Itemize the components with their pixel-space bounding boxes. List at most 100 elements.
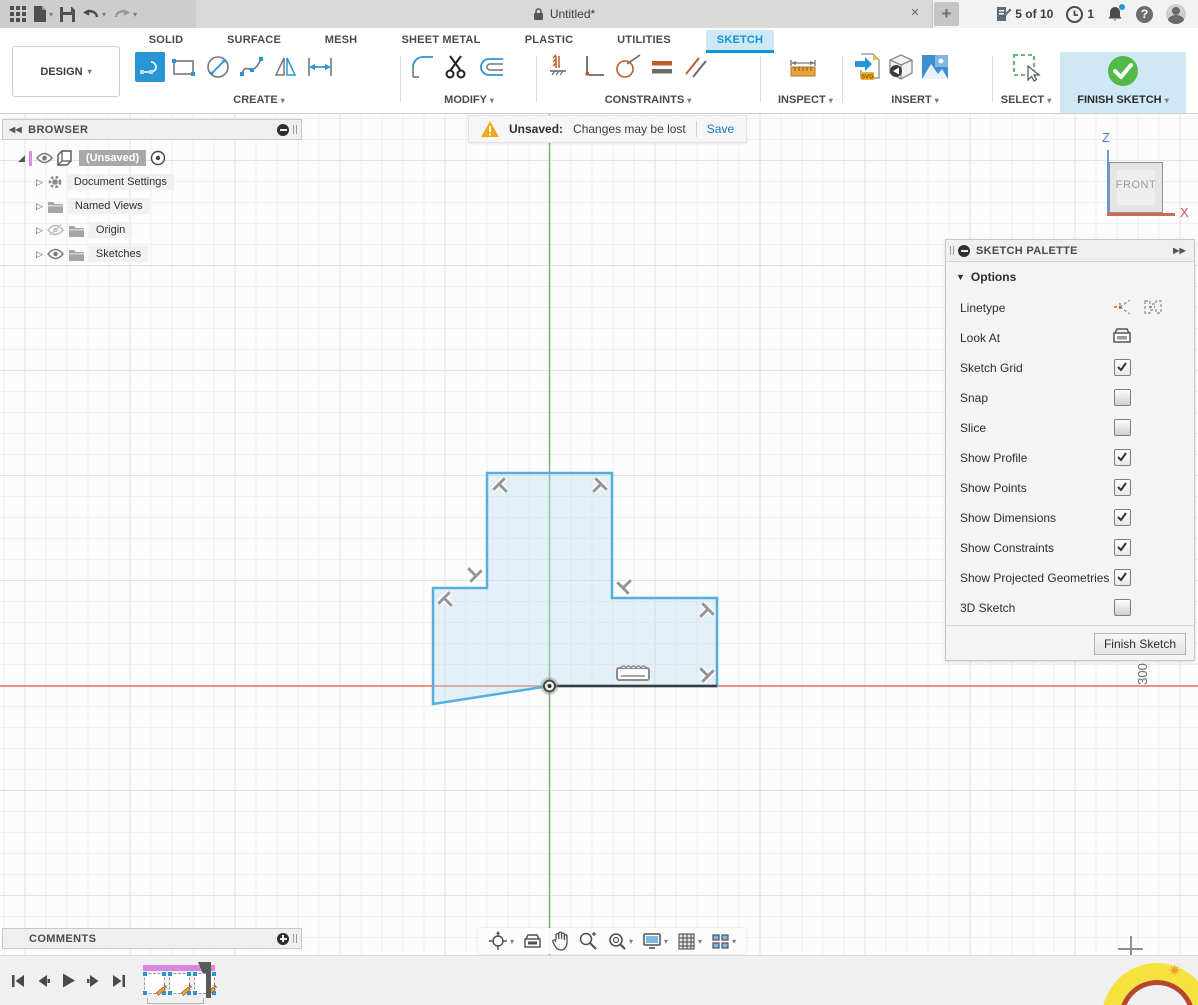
file-menu-caret-icon[interactable]: ▾ — [49, 10, 53, 19]
show-profile-checkbox[interactable] — [1114, 449, 1131, 466]
item-label[interactable]: Named Views — [68, 198, 150, 214]
dimension-label[interactable]: 300 — [1135, 663, 1150, 685]
insert-canvas-button[interactable] — [920, 52, 950, 82]
viewports-button[interactable]: ▾ — [711, 933, 736, 950]
modeling-canvas[interactable]: 300 Unsaved: Changes may be lost Save ◀◀… — [0, 114, 1198, 955]
tangent-constraint-button[interactable] — [613, 52, 643, 82]
sketch-profile[interactable] — [433, 473, 717, 704]
orbit-caret-icon[interactable]: ▾ — [510, 937, 514, 946]
item-label[interactable]: Sketches — [89, 246, 148, 262]
display-caret-icon[interactable]: ▾ — [664, 937, 668, 946]
notification-bell-button[interactable] — [1107, 6, 1123, 22]
fit-button[interactable]: ▾ — [607, 931, 633, 951]
insert-group-label[interactable]: INSERT ▾ — [852, 94, 978, 106]
user-avatar[interactable] — [1166, 4, 1186, 24]
tab-utilities[interactable]: UTILITIES — [602, 30, 686, 51]
sketch-grid-checkbox[interactable] — [1114, 359, 1131, 376]
app-grid-icon[interactable] — [10, 6, 26, 22]
finish-sketch-label[interactable]: FINISH SKETCH ▾ — [1060, 94, 1186, 106]
grid-settings-button[interactable]: ▾ — [677, 932, 702, 951]
mirror-tool-button[interactable] — [271, 52, 301, 82]
options-section-header[interactable]: ▼ Options — [956, 270, 1016, 284]
orbit-button[interactable]: ▾ — [488, 931, 514, 951]
perpendicular-constraint-icon[interactable] — [617, 575, 637, 595]
show-points-checkbox[interactable] — [1114, 479, 1131, 496]
finish-sketch-panel[interactable]: FINISH SKETCH ▾ — [1060, 52, 1186, 113]
browser-collapse-icon[interactable]: ◀◀ — [9, 125, 22, 134]
zoom-button[interactable] — [578, 931, 598, 951]
browser-header[interactable]: ◀◀ BROWSER — [2, 119, 302, 140]
sketch-dimension-tool-button[interactable] — [305, 52, 335, 82]
viewcube-front-face[interactable]: FRONT — [1109, 162, 1163, 213]
visibility-eye-icon[interactable] — [47, 248, 64, 261]
item-label[interactable]: Origin — [89, 222, 132, 238]
inspect-group-label[interactable]: INSPECT ▾ — [778, 94, 828, 106]
tab-sheet-metal[interactable]: SHEET METAL — [385, 30, 497, 51]
add-comment-icon[interactable] — [277, 933, 289, 945]
palette-drag-handle[interactable] — [950, 246, 954, 255]
display-settings-button[interactable]: ▾ — [642, 932, 668, 950]
save-link[interactable]: Save — [707, 122, 734, 136]
timeline-sketch-feature-3[interactable] — [194, 973, 215, 994]
look-at-icon[interactable] — [1112, 327, 1132, 345]
create-group-label[interactable]: CREATE ▾ — [135, 94, 383, 106]
measure-tool-button[interactable] — [788, 52, 818, 82]
construction-linetype-icon[interactable] — [1111, 297, 1133, 317]
timeline-playhead[interactable] — [206, 962, 211, 998]
close-tab-button[interactable]: × — [906, 4, 924, 22]
redo-button[interactable]: ▾ — [113, 7, 137, 21]
show-dimensions-checkbox[interactable] — [1114, 509, 1131, 526]
slice-checkbox[interactable] — [1114, 419, 1131, 436]
browser-item-origin[interactable]: ▷ Origin — [36, 220, 132, 240]
tab-surface[interactable]: SURFACE — [212, 30, 296, 51]
skip-to-end-button[interactable] — [111, 973, 127, 989]
document-tab[interactable]: Untitled* × — [196, 0, 933, 28]
expander-icon[interactable]: ▷ — [36, 201, 43, 212]
3d-sketch-checkbox[interactable] — [1114, 599, 1131, 616]
tab-plastic[interactable]: PLASTIC — [517, 30, 581, 51]
expander-icon[interactable]: ▷ — [36, 225, 43, 236]
select-group-label[interactable]: SELECT ▾ — [998, 94, 1054, 106]
play-button[interactable] — [60, 972, 77, 989]
circle-tool-button[interactable] — [203, 52, 233, 82]
show-projected-geometries-checkbox[interactable] — [1114, 569, 1131, 586]
browser-root-row[interactable]: ◢ (Unsaved) — [18, 148, 166, 168]
expander-icon[interactable]: ▷ — [36, 177, 43, 188]
tab-sketch[interactable]: SKETCH — [706, 30, 774, 53]
viewports-caret-icon[interactable]: ▾ — [732, 937, 736, 946]
spline-tool-button[interactable] — [237, 52, 267, 82]
select-tool-button[interactable] — [1011, 52, 1041, 82]
save-button[interactable] — [60, 7, 75, 22]
insert-mesh-button[interactable] — [886, 52, 916, 82]
step-forward-button[interactable] — [86, 973, 102, 989]
visibility-eye-icon[interactable] — [36, 152, 53, 164]
notifications-clock[interactable]: 1 — [1066, 6, 1094, 23]
viewcube[interactable]: Z FRONT X — [1090, 126, 1196, 226]
equal-constraint-button[interactable] — [647, 52, 677, 82]
undo-button[interactable]: ▾ — [82, 7, 106, 21]
modify-group-label[interactable]: MODIFY ▾ — [408, 94, 530, 106]
origin-point[interactable] — [541, 677, 559, 695]
browser-item-sketches[interactable]: ▷ Sketches — [36, 244, 148, 264]
file-menu-button[interactable]: ▾ — [33, 6, 53, 22]
visibility-eye-off-icon[interactable] — [47, 224, 64, 237]
offset-tool-button[interactable] — [476, 52, 506, 82]
horizontal-vertical-constraint-button[interactable] — [579, 52, 609, 82]
design-workspace-dropdown[interactable]: DESIGN ▾ — [12, 46, 120, 97]
browser-minimize-icon[interactable] — [277, 124, 289, 136]
fit-caret-icon[interactable]: ▾ — [629, 937, 633, 946]
palette-expand-icon[interactable]: ▶▶ — [1173, 246, 1186, 255]
timeline-sketch-feature-2[interactable] — [169, 973, 190, 994]
new-tab-button[interactable]: + — [934, 2, 959, 26]
expander-icon[interactable]: ▷ — [36, 249, 43, 260]
comments-resize-handle[interactable] — [293, 934, 297, 943]
root-expander-icon[interactable]: ◢ — [18, 153, 25, 164]
parallel-constraint-button[interactable] — [681, 52, 711, 82]
fillet-tool-button[interactable] — [408, 52, 438, 82]
browser-resize-handle[interactable] — [293, 125, 297, 134]
viewcube-face-label[interactable]: FRONT — [1110, 179, 1162, 191]
fix-constraint-button[interactable] — [545, 52, 575, 82]
comments-bar[interactable]: COMMENTS — [2, 928, 302, 949]
tab-mesh[interactable]: MESH — [312, 30, 370, 51]
look-at-button[interactable] — [523, 933, 542, 950]
